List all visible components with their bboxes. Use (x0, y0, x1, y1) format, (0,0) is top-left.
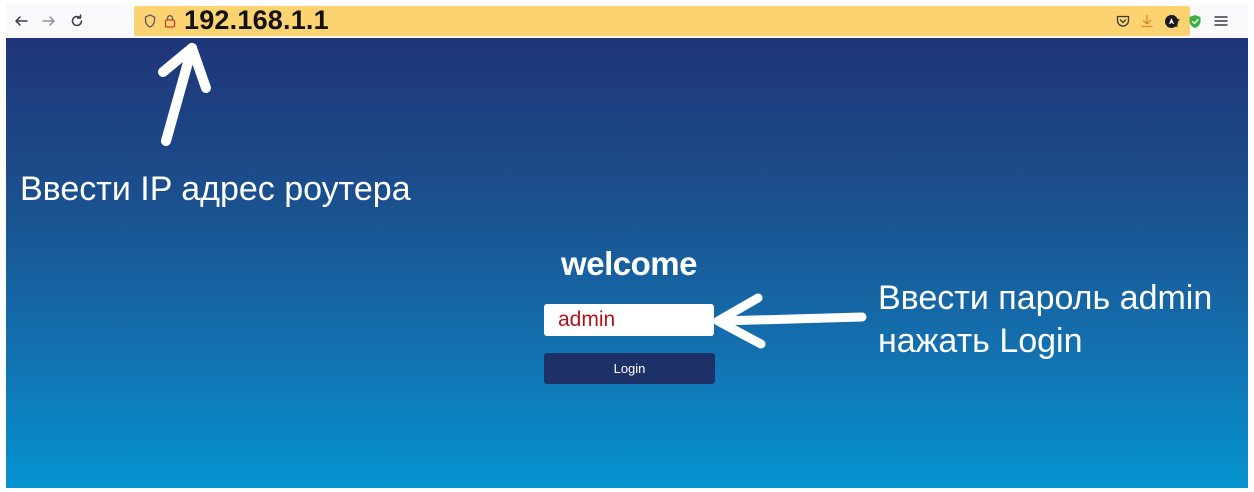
annotation-arrows (158, 43, 867, 349)
up-arrow-annotation (158, 43, 211, 146)
left-arrow-annotation (713, 293, 867, 349)
browser-window: 192.168.1.1 Ввести IP адрес роутера welc… (6, 4, 1248, 488)
